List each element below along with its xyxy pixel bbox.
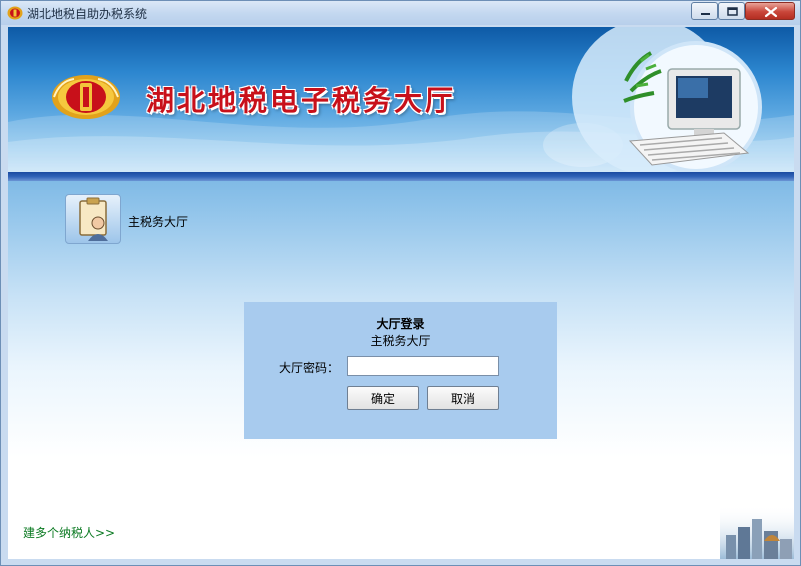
city-illustration <box>720 505 794 559</box>
password-input[interactable] <box>347 356 499 376</box>
minimize-button[interactable] <box>691 2 718 20</box>
main-hall-label[interactable]: 主税务大厅 <box>128 213 188 230</box>
banner: 湖北地税电子税务大厅 <box>8 27 794 172</box>
login-subtitle: 主税务大厅 <box>370 334 431 348</box>
computer-illustration <box>623 41 762 172</box>
window-title: 湖北地税自助办税系统 <box>27 7 148 21</box>
client-area: 湖北地税电子税务大厅 主税务大厅 大厅登录 主税务大厅 大厅密码： 确定 取消 … <box>8 27 794 559</box>
app-window: 湖北地税自助办税系统 湖北地税电子税务大厅 主税务大厅 大厅登录 主税务大厅 大… <box>0 0 801 566</box>
minimize-icon <box>701 13 710 15</box>
main-hall-button[interactable] <box>65 194 121 244</box>
login-title: 大厅登录 <box>376 317 425 331</box>
banner-stripe <box>8 172 794 181</box>
confirm-button[interactable]: 确定 <box>347 386 419 410</box>
password-label: 大厅密码： <box>279 361 340 375</box>
maximize-icon <box>727 7 738 16</box>
maximize-button[interactable] <box>718 2 745 20</box>
tax-emblem-logo-icon <box>52 75 120 119</box>
clipboard-person-icon <box>79 197 108 241</box>
login-panel: 大厅登录 主税务大厅 大厅密码： 确定 取消 <box>244 302 557 439</box>
multi-taxpayer-link[interactable]: 建多个纳税人>> <box>23 524 115 541</box>
close-icon <box>764 6 778 18</box>
title-bar[interactable]: 湖北地税自助办税系统 <box>1 1 800 25</box>
cancel-button[interactable]: 取消 <box>427 386 499 410</box>
close-button[interactable] <box>745 2 795 20</box>
banner-title: 湖北地税电子税务大厅 <box>146 84 457 117</box>
tax-emblem-icon <box>7 6 23 20</box>
